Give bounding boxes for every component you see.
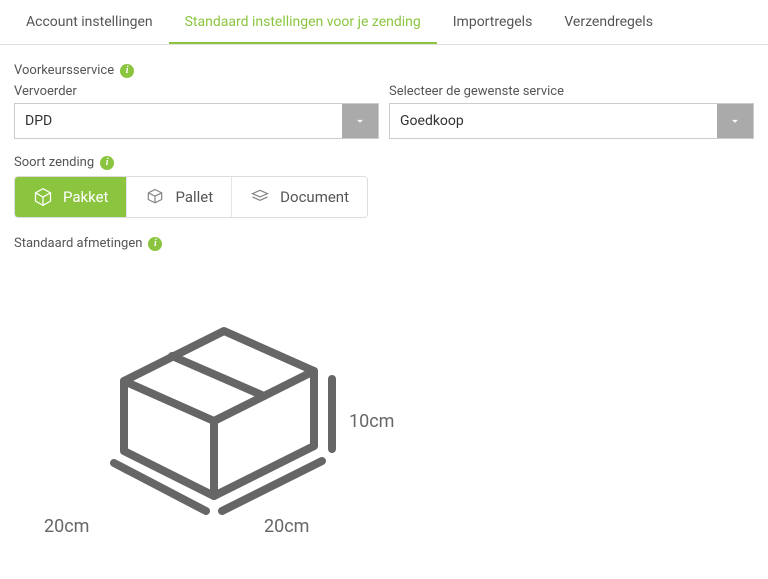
tab-shipping-rules[interactable]: Verzendregels (548, 0, 669, 44)
pakket-label: Pakket (63, 188, 108, 206)
dimension-length: 20cm (264, 516, 309, 537)
dimension-width: 20cm (44, 516, 89, 537)
chevron-down-icon (717, 104, 753, 138)
shipment-type-pallet[interactable]: Pallet (127, 177, 232, 217)
preferred-service-text: Voorkeursservice (14, 63, 114, 78)
pallet-label: Pallet (175, 188, 213, 206)
shipment-type-text: Soort zending (14, 155, 94, 170)
shipment-type-label: Soort zending i (14, 155, 754, 170)
preferred-service-label: Voorkeursservice i (14, 63, 754, 78)
service-value: Goedkoop (390, 104, 717, 138)
box-icon (33, 187, 53, 207)
carrier-select[interactable]: DPD (14, 103, 379, 139)
dimensions-label: Standaard afmetingen i (14, 236, 754, 251)
info-icon[interactable]: i (148, 237, 162, 251)
document-label: Document (280, 188, 349, 206)
dimensions-text: Standaard afmetingen (14, 236, 142, 251)
settings-tabs: Account instellingen Standaard instellin… (0, 0, 768, 45)
pallet-icon (145, 187, 165, 207)
dimensions-diagram: 10cm 20cm 20cm (14, 261, 434, 561)
tab-default-shipment[interactable]: Standaard instellingen voor je zending (169, 0, 437, 44)
service-select[interactable]: Goedkoop (389, 103, 754, 139)
chevron-down-icon (342, 104, 378, 138)
document-icon (250, 187, 270, 207)
shipment-type-pakket[interactable]: Pakket (15, 177, 127, 217)
carrier-value: DPD (15, 104, 342, 138)
info-icon[interactable]: i (100, 156, 114, 170)
carrier-label: Vervoerder (14, 84, 379, 99)
shipment-type-document[interactable]: Document (232, 177, 367, 217)
box-3d-icon (84, 271, 344, 531)
tab-import-rules[interactable]: Importregels (437, 0, 549, 44)
shipment-type-group: Pakket Pallet Document (14, 176, 368, 218)
service-label: Selecteer de gewenste service (389, 84, 754, 99)
info-icon[interactable]: i (120, 64, 134, 78)
dimension-height: 10cm (349, 411, 394, 432)
tab-account[interactable]: Account instellingen (10, 0, 169, 44)
